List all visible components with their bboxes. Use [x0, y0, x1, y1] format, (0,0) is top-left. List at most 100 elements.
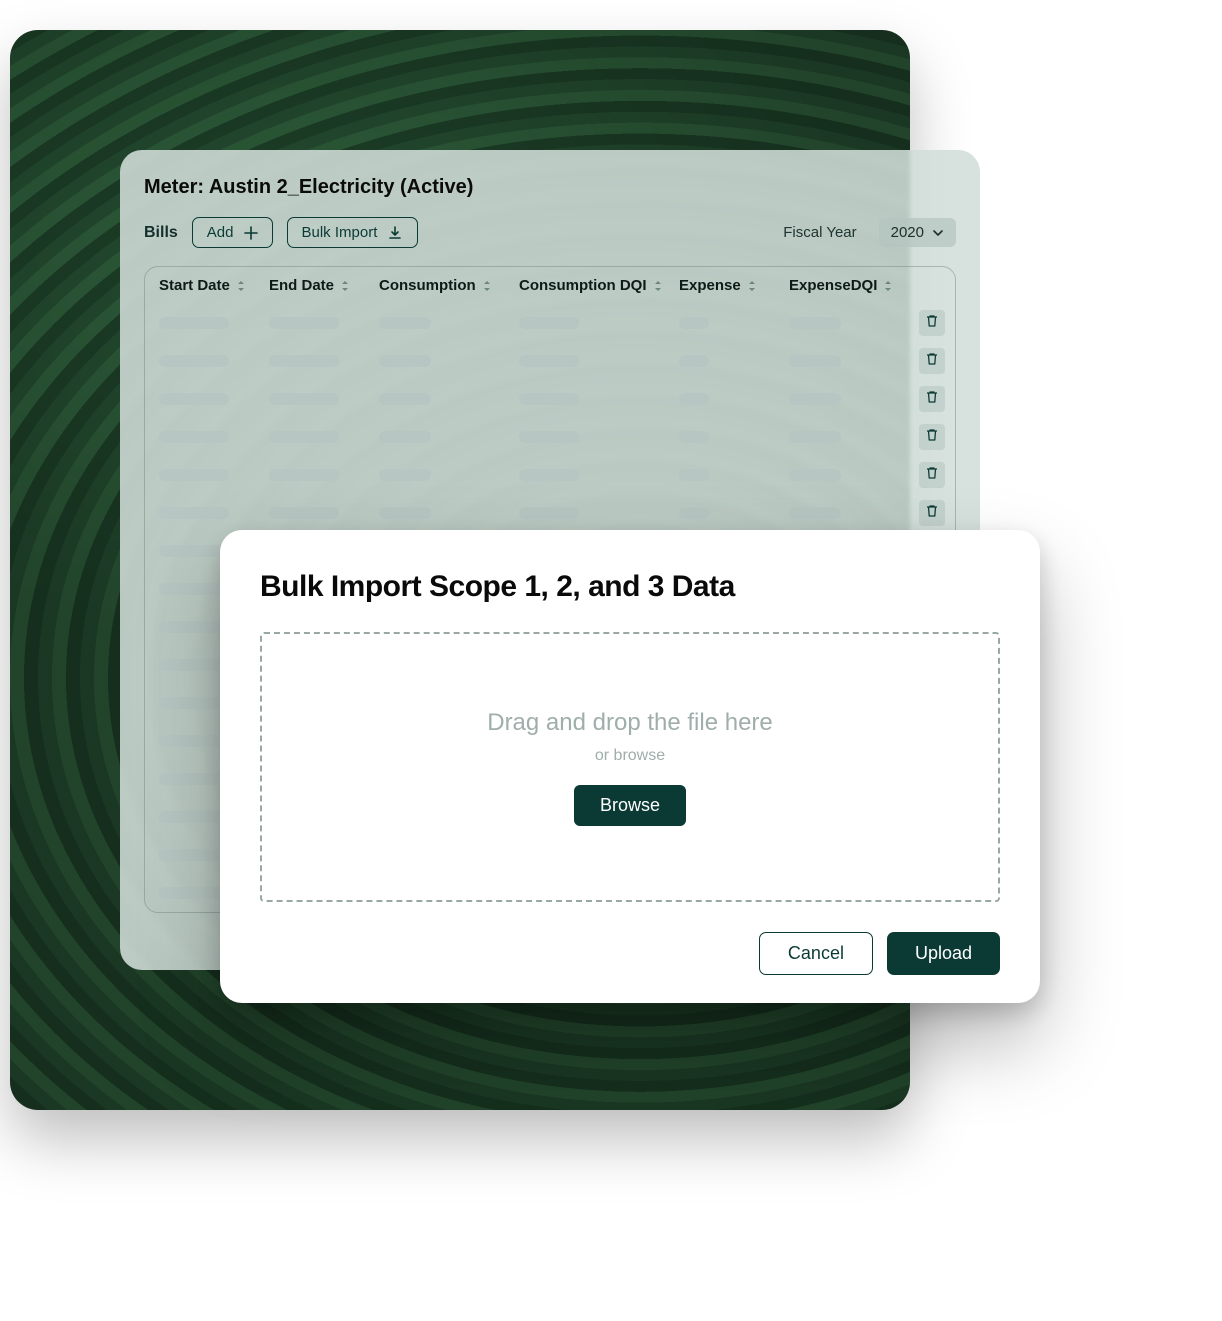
- placeholder-bar: [519, 393, 579, 405]
- upload-button[interactable]: Upload: [887, 932, 1000, 975]
- fiscal-year-select[interactable]: 2020: [879, 218, 956, 247]
- column-header[interactable]: ExpenseDQI: [789, 277, 919, 294]
- bills-label: Bills: [144, 224, 178, 242]
- table-cell: [789, 393, 919, 405]
- cancel-button[interactable]: Cancel: [759, 932, 873, 975]
- column-header[interactable]: Start Date: [159, 277, 269, 294]
- placeholder-bar: [159, 317, 229, 329]
- column-header[interactable]: Consumption DQI: [519, 277, 679, 294]
- chevron-down-icon: [932, 227, 944, 239]
- table-header: Start Date End Date ConsumptionConsumption…: [145, 267, 955, 304]
- placeholder-bar: [159, 735, 229, 747]
- file-dropzone[interactable]: Drag and drop the file here or browse Br…: [260, 632, 1000, 902]
- table-cell: [379, 431, 519, 443]
- placeholder-bar: [159, 545, 229, 557]
- placeholder-bar: [679, 469, 709, 481]
- trash-icon: [925, 352, 939, 371]
- placeholder-bar: [269, 431, 339, 443]
- table-cell: [379, 355, 519, 367]
- table-cell: [679, 355, 789, 367]
- placeholder-bar: [379, 355, 431, 367]
- placeholder-bar: [269, 469, 339, 481]
- cancel-button-label: Cancel: [788, 943, 844, 963]
- table-cell: [269, 355, 379, 367]
- add-button-label: Add: [207, 224, 234, 241]
- placeholder-bar: [789, 393, 841, 405]
- placeholder-bar: [159, 469, 229, 481]
- placeholder-bar: [159, 773, 229, 785]
- table-cell: [269, 317, 379, 329]
- delete-row-button[interactable]: [919, 310, 945, 336]
- plus-icon: [244, 226, 258, 240]
- column-header-label: Expense: [679, 277, 741, 294]
- table-row: [145, 304, 955, 342]
- column-header[interactable]: Consumption: [379, 277, 519, 294]
- table-cell: [519, 469, 679, 481]
- sort-icon: [340, 280, 350, 292]
- delete-row-button[interactable]: [919, 348, 945, 374]
- placeholder-bar: [379, 317, 431, 329]
- placeholder-bar: [269, 317, 339, 329]
- bulk-import-modal: Bulk Import Scope 1, 2, and 3 Data Drag …: [220, 530, 1040, 1003]
- delete-row-button[interactable]: [919, 462, 945, 488]
- table-cell: [159, 317, 269, 329]
- modal-actions: Cancel Upload: [260, 932, 1000, 975]
- table-cell: [679, 469, 789, 481]
- placeholder-bar: [269, 393, 339, 405]
- table-cell: [789, 317, 919, 329]
- sort-icon: [236, 280, 246, 292]
- column-header-label: ExpenseDQI: [789, 277, 877, 294]
- placeholder-bar: [519, 355, 579, 367]
- table-row: [145, 342, 955, 380]
- column-header-label: Start Date: [159, 277, 230, 294]
- trash-icon: [925, 504, 939, 523]
- table-cell: [269, 393, 379, 405]
- browse-button-label: Browse: [600, 795, 660, 815]
- trash-icon: [925, 428, 939, 447]
- panel-toolbar: Bills Add Bulk Import Fiscal Year 2020: [144, 217, 956, 248]
- column-header-label: End Date: [269, 277, 334, 294]
- table-cell: [159, 507, 269, 519]
- bulk-import-button[interactable]: Bulk Import: [287, 217, 419, 248]
- placeholder-bar: [379, 469, 431, 481]
- table-cell: [679, 393, 789, 405]
- delete-row-button[interactable]: [919, 500, 945, 526]
- placeholder-bar: [379, 507, 431, 519]
- placeholder-bar: [159, 849, 229, 861]
- table-cell: [519, 393, 679, 405]
- placeholder-bar: [269, 355, 339, 367]
- sort-icon: [653, 280, 663, 292]
- add-button[interactable]: Add: [192, 217, 273, 248]
- placeholder-bar: [679, 393, 709, 405]
- column-header[interactable]: Expense: [679, 277, 789, 294]
- placeholder-bar: [789, 469, 841, 481]
- placeholder-bar: [679, 355, 709, 367]
- table-cell: [519, 507, 679, 519]
- column-header[interactable]: End Date: [269, 277, 379, 294]
- upload-button-label: Upload: [915, 943, 972, 963]
- placeholder-bar: [679, 317, 709, 329]
- placeholder-bar: [159, 393, 229, 405]
- placeholder-bar: [519, 469, 579, 481]
- placeholder-bar: [269, 507, 339, 519]
- placeholder-bar: [679, 431, 709, 443]
- dropzone-main-text: Drag and drop the file here: [487, 709, 773, 737]
- placeholder-bar: [379, 393, 431, 405]
- sort-icon: [747, 280, 757, 292]
- panel-title: Meter: Austin 2_Electricity (Active): [144, 176, 956, 199]
- placeholder-bar: [789, 317, 841, 329]
- table-cell: [789, 355, 919, 367]
- placeholder-bar: [159, 355, 229, 367]
- table-row: [145, 418, 955, 456]
- sort-icon: [883, 280, 893, 292]
- placeholder-bar: [679, 507, 709, 519]
- placeholder-bar: [789, 355, 841, 367]
- table-cell: [269, 507, 379, 519]
- modal-title: Bulk Import Scope 1, 2, and 3 Data: [260, 570, 1000, 604]
- placeholder-bar: [159, 697, 229, 709]
- delete-row-button[interactable]: [919, 424, 945, 450]
- table-cell: [519, 355, 679, 367]
- delete-row-button[interactable]: [919, 386, 945, 412]
- browse-button[interactable]: Browse: [574, 785, 686, 826]
- trash-icon: [925, 466, 939, 485]
